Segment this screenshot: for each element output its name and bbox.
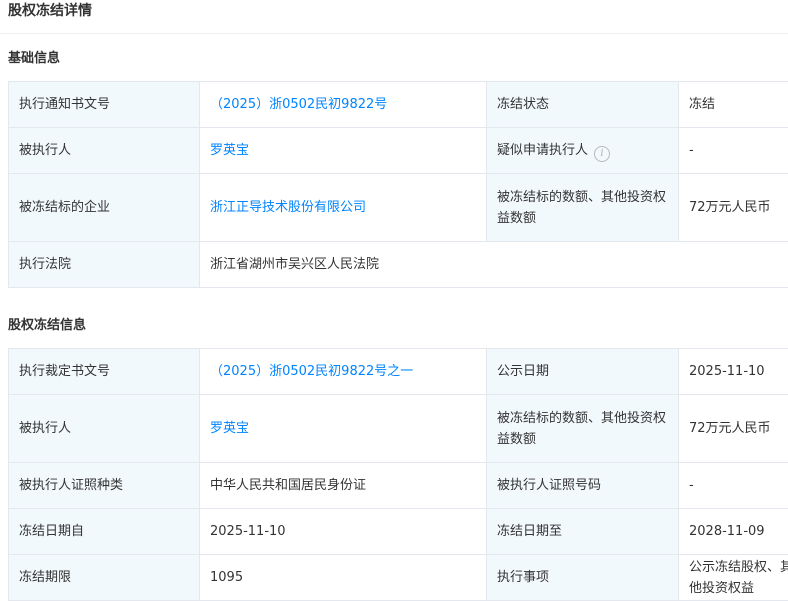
label-executing-court: 执行法院 <box>8 241 200 288</box>
label-frozen-enterprise: 被冻结标的企业 <box>8 173 200 242</box>
table-row: 被执行人 罗英宝 疑似申请执行人 i - <box>8 127 788 174</box>
value-frozen-amount: 72万元人民币 <box>678 173 788 242</box>
section-title-basic-info: 基础信息 <box>8 51 61 66</box>
label-suspected-applicant-text: 疑似申请执行人 <box>497 142 589 158</box>
link-execution-notice-number[interactable]: （2025）浙0502民初9822号 <box>199 81 487 128</box>
value-freeze-period: 1095 <box>199 554 487 601</box>
value-id-number: - <box>678 462 788 509</box>
label-execution-matter: 执行事项 <box>486 554 679 601</box>
label-executed-person-2: 被执行人 <box>8 394 200 463</box>
link-ruling-number[interactable]: （2025）浙0502民初9822号之一 <box>199 348 487 395</box>
label-freeze-end-date: 冻结日期至 <box>486 508 679 555</box>
value-publication-date: 2025-11-10 <box>678 348 788 395</box>
value-freeze-status: 冻结 <box>678 81 788 128</box>
label-executed-person: 被执行人 <box>8 127 200 174</box>
label-freeze-period: 冻结期限 <box>8 554 200 601</box>
label-id-type: 被执行人证照种类 <box>8 462 200 509</box>
info-circle-icon[interactable]: i <box>594 145 611 162</box>
value-frozen-amount-2: 72万元人民币 <box>678 394 788 463</box>
value-freeze-start-date: 2025-11-10 <box>199 508 487 555</box>
value-execution-matter: 公示冻结股权、其他投资权益 <box>678 554 788 601</box>
title-divider <box>0 33 788 34</box>
link-frozen-enterprise[interactable]: 浙江正导技术股份有限公司 <box>199 173 487 242</box>
label-publication-date: 公示日期 <box>486 348 679 395</box>
label-frozen-amount: 被冻结标的数额、其他投资权益数额 <box>486 173 679 242</box>
label-frozen-amount-2: 被冻结标的数额、其他投资权益数额 <box>486 394 679 463</box>
table-row: 执行通知书文号 （2025）浙0502民初9822号 冻结状态 冻结 <box>8 81 788 128</box>
link-executed-person[interactable]: 罗英宝 <box>199 127 487 174</box>
table-row: 执行裁定书文号 （2025）浙0502民初9822号之一 公示日期 2025-1… <box>8 348 788 395</box>
label-execution-notice-number: 执行通知书文号 <box>8 81 200 128</box>
table-row: 被冻结标的企业 浙江正导技术股份有限公司 被冻结标的数额、其他投资权益数额 72… <box>8 173 788 242</box>
label-freeze-start-date: 冻结日期自 <box>8 508 200 555</box>
label-id-number: 被执行人证照号码 <box>486 462 679 509</box>
basic-info-table: 执行通知书文号 （2025）浙0502民初9822号 冻结状态 冻结 被执行人 … <box>8 81 788 288</box>
link-executed-person-2[interactable]: 罗英宝 <box>199 394 487 463</box>
label-ruling-number: 执行裁定书文号 <box>8 348 200 395</box>
value-suspected-applicant: - <box>678 127 788 174</box>
freeze-info-table: 执行裁定书文号 （2025）浙0502民初9822号之一 公示日期 2025-1… <box>8 348 788 601</box>
table-row: 被执行人 罗英宝 被冻结标的数额、其他投资权益数额 72万元人民币 <box>8 394 788 463</box>
label-freeze-status: 冻结状态 <box>486 81 679 128</box>
table-row: 冻结期限 1095 执行事项 公示冻结股权、其他投资权益 <box>8 554 788 601</box>
table-row: 被执行人证照种类 中华人民共和国居民身份证 被执行人证照号码 - <box>8 462 788 509</box>
value-id-type: 中华人民共和国居民身份证 <box>199 462 487 509</box>
table-row: 执行法院 浙江省湖州市吴兴区人民法院 <box>8 241 788 288</box>
label-suspected-applicant: 疑似申请执行人 i <box>486 127 679 174</box>
table-row: 冻结日期自 2025-11-10 冻结日期至 2028-11-09 <box>8 508 788 555</box>
value-freeze-end-date: 2028-11-09 <box>678 508 788 555</box>
value-executing-court: 浙江省湖州市吴兴区人民法院 <box>199 241 788 288</box>
page-title: 股权冻结详情 <box>8 3 92 19</box>
section-title-freeze-info: 股权冻结信息 <box>8 318 87 333</box>
